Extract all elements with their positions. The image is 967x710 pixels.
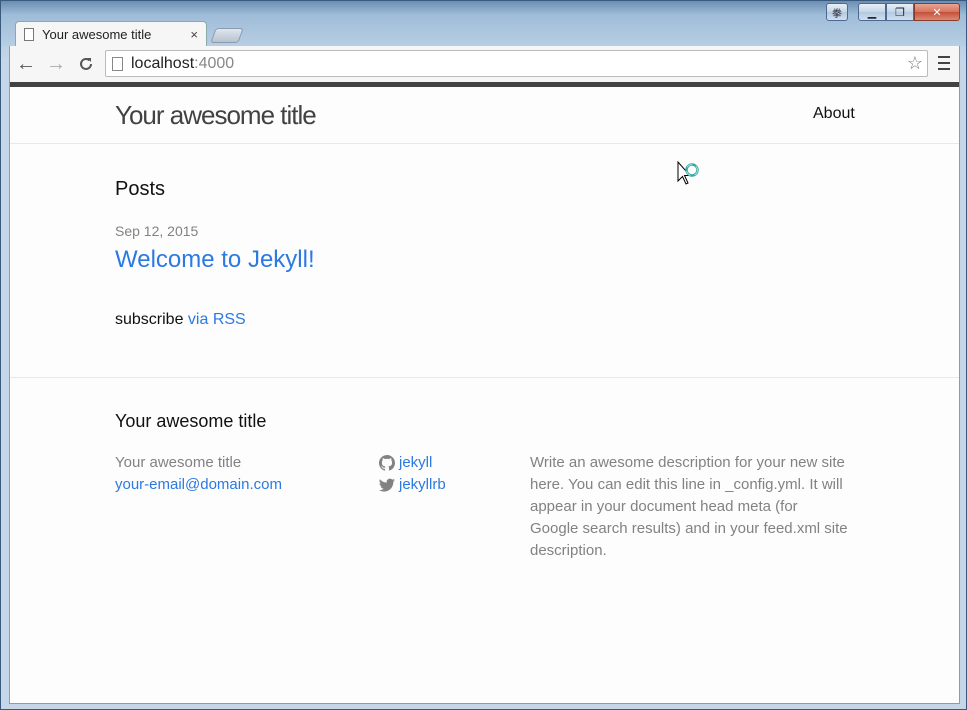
- twitter-username: jekyllrb: [399, 476, 446, 493]
- forward-button[interactable]: →: [42, 50, 70, 78]
- github-link[interactable]: jekyll: [379, 452, 446, 474]
- nav-link-about[interactable]: About: [813, 105, 855, 123]
- back-button[interactable]: ←: [12, 50, 40, 78]
- window-controls: 拳 ▁ ❐ ✕: [826, 3, 960, 21]
- page-content: Posts Sep 12, 2015 Welcome to Jekyll! su…: [10, 144, 959, 378]
- new-tab-button[interactable]: [210, 28, 244, 43]
- rss-link[interactable]: via RSS: [188, 311, 246, 328]
- bookmark-star-icon[interactable]: ☆: [907, 53, 923, 74]
- site-header: Your awesome title About: [10, 82, 959, 144]
- rss-prefix: subscribe: [115, 311, 188, 328]
- github-icon: [379, 455, 395, 471]
- language-icon[interactable]: 拳: [826, 3, 848, 21]
- browser-toolbar: ← → localhost:4000 ☆: [9, 46, 960, 82]
- address-bar[interactable]: localhost:4000 ☆: [105, 50, 928, 77]
- menu-icon[interactable]: [938, 56, 950, 70]
- footer-heading: Your awesome title: [115, 411, 267, 431]
- minimize-button[interactable]: ▁: [858, 3, 886, 21]
- footer-site-name: Your awesome title: [115, 454, 242, 471]
- tab-active[interactable]: Your awesome title ×: [15, 21, 207, 46]
- reload-icon: [80, 57, 92, 70]
- url-host: localhost: [131, 54, 195, 72]
- browser-window: 拳 ▁ ❐ ✕ Your awesome title × ← → localho…: [0, 0, 967, 710]
- posts-heading: Posts: [115, 178, 166, 200]
- site-title[interactable]: Your awesome title: [115, 100, 317, 131]
- maximize-button[interactable]: ❐: [886, 3, 914, 21]
- footer-description: Write an awesome description for your ne…: [530, 454, 848, 559]
- busy-cursor-icon: [677, 160, 701, 194]
- twitter-link[interactable]: jekyllrb: [379, 474, 446, 496]
- post-title-link[interactable]: Welcome to Jekyll!: [115, 246, 315, 274]
- footer-social: jekyll jekyllrb: [379, 452, 446, 496]
- close-window-button[interactable]: ✕: [914, 3, 960, 21]
- url-port: :4000: [194, 54, 235, 72]
- footer-email-link[interactable]: your-email@domain.com: [115, 474, 282, 496]
- github-username: jekyll: [399, 454, 433, 471]
- page-icon: [112, 56, 123, 71]
- post-date: Sep 12, 2015: [115, 223, 199, 239]
- site-footer: Your awesome title Your awesome title yo…: [10, 378, 959, 698]
- reload-button[interactable]: [72, 50, 100, 78]
- page-icon: [24, 27, 34, 41]
- tab-close-icon[interactable]: ×: [190, 27, 198, 42]
- twitter-icon: [379, 478, 395, 492]
- footer-contact: Your awesome title your-email@domain.com: [115, 452, 282, 496]
- tab-title: Your awesome title: [42, 26, 152, 42]
- page-viewport: Your awesome title About Posts Sep 12, 2…: [9, 82, 960, 704]
- rss-line: subscribe via RSS: [115, 311, 246, 329]
